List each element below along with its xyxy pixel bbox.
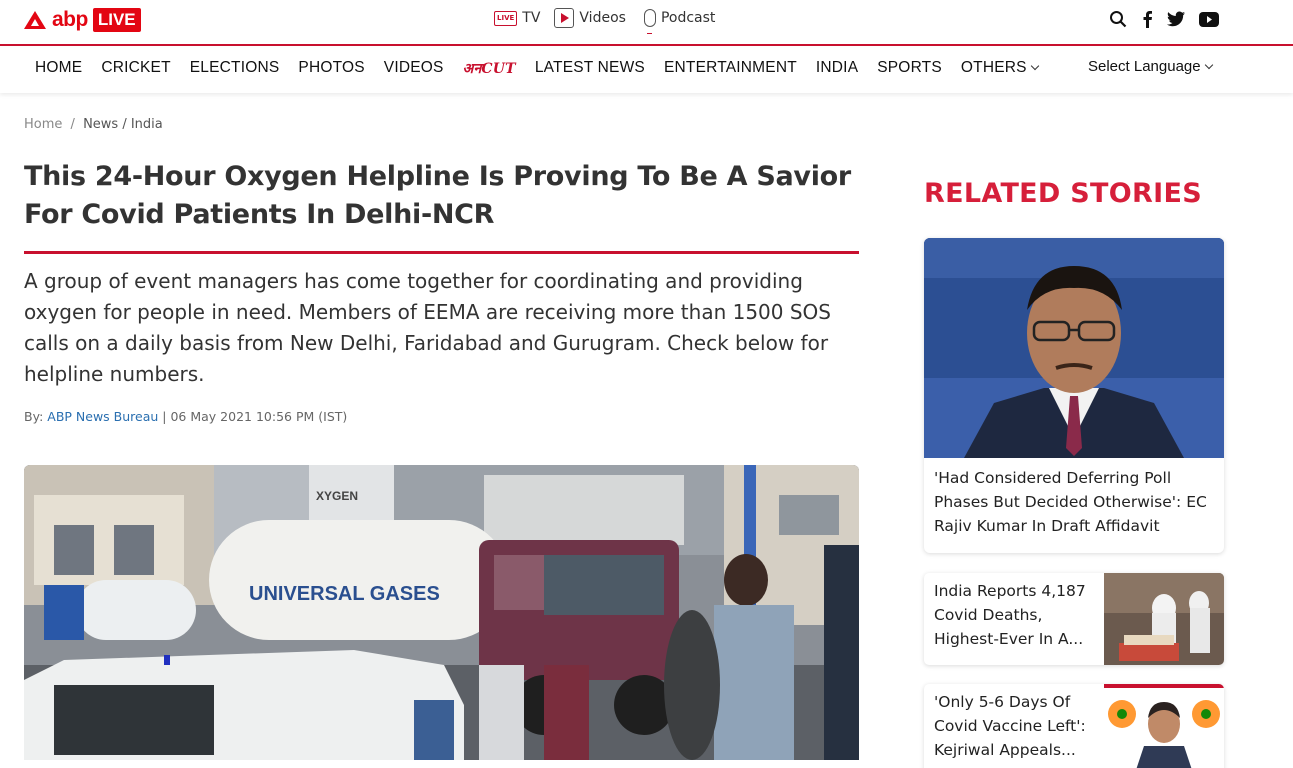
- logo-live-badge: LIVE: [92, 8, 141, 32]
- social-icons: [1109, 10, 1219, 28]
- nav-item-anncut-logo[interactable]: अनCUT: [463, 59, 516, 78]
- related-story-image: [1104, 684, 1224, 768]
- tv-link-label: TV: [522, 10, 541, 26]
- breadcrumb-separator: /: [70, 117, 75, 132]
- twitter-icon[interactable]: [1167, 11, 1185, 27]
- oxygen-tanker-photo: XYGEN UNIVERSAL GASES: [24, 465, 859, 760]
- select-language-dropdown[interactable]: Select Language: [1088, 58, 1213, 75]
- author-link[interactable]: ABP News Bureau: [47, 409, 158, 424]
- related-story-card[interactable]: India Reports 4,187 Covid Deaths, Highes…: [924, 573, 1224, 665]
- logo-abp-text: abp: [52, 8, 88, 31]
- related-story-title: 'Only 5-6 Days Of Covid Vaccine Left': K…: [934, 693, 1086, 759]
- podcast-link-label: Podcast: [660, 10, 716, 26]
- top-media-links: LIVE TV Videos Podcast: [494, 8, 716, 34]
- live-tv-icon: LIVE: [494, 10, 518, 26]
- chevron-down-icon: [1204, 60, 1213, 70]
- nav-item-sports[interactable]: SPORTS: [877, 59, 942, 78]
- publish-date: 06 May 2021 10:56 PM (IST): [170, 409, 348, 424]
- chevron-down-icon: [1030, 61, 1039, 71]
- main-nav: HOME CRICKET ELECTIONS PHOTOS VIDEOS अनC…: [0, 48, 1293, 93]
- article-hero-image: XYGEN UNIVERSAL GASES: [24, 465, 859, 760]
- nav-item-latest-news[interactable]: LATEST NEWS: [535, 59, 645, 78]
- nav-item-elections[interactable]: ELECTIONS: [190, 59, 280, 78]
- breadcrumb: Home / News / India: [24, 117, 163, 132]
- nav-others-label: OTHERS: [960, 59, 1027, 76]
- breadcrumb-home[interactable]: Home: [24, 117, 62, 132]
- nav-item-india[interactable]: INDIA: [816, 59, 858, 78]
- youtube-icon[interactable]: [1199, 11, 1219, 27]
- article-title: This 24-Hour Oxygen Helpline Is Proving …: [24, 161, 851, 230]
- related-story-title: 'Had Considered Deferring Poll Phases Bu…: [934, 469, 1207, 535]
- abp-live-logo[interactable]: abp LIVE: [24, 6, 141, 34]
- related-stories-heading: RELATED STORIES: [924, 178, 1202, 209]
- play-icon: [554, 8, 575, 28]
- nav-item-videos[interactable]: VIDEOS: [384, 59, 444, 78]
- title-divider: [24, 251, 859, 254]
- podcast-link[interactable]: Podcast: [640, 9, 716, 34]
- nav-items: HOME CRICKET ELECTIONS PHOTOS VIDEOS अनC…: [35, 59, 1039, 78]
- nav-item-cricket[interactable]: CRICKET: [101, 59, 170, 78]
- nav-item-others[interactable]: OTHERS: [960, 59, 1039, 78]
- nav-item-home[interactable]: HOME: [35, 59, 82, 78]
- hero-sign-text: XYGEN: [316, 489, 358, 503]
- related-story-title: India Reports 4,187 Covid Deaths, Highes…: [934, 582, 1086, 648]
- logo-triangle-icon: [24, 11, 46, 29]
- top-bar: abp LIVE LIVE TV Videos Podcast: [0, 0, 1293, 46]
- nav-item-entertainment[interactable]: ENTERTAINMENT: [664, 59, 797, 78]
- select-language-label: Select Language: [1088, 58, 1201, 75]
- byline-separator: |: [162, 409, 167, 424]
- videos-link[interactable]: Videos: [554, 8, 626, 28]
- facebook-icon[interactable]: [1141, 10, 1153, 28]
- search-icon[interactable]: [1109, 10, 1127, 28]
- hero-tanker-text: UNIVERSAL GASES: [249, 583, 440, 605]
- breadcrumb-current[interactable]: News / India: [83, 117, 163, 132]
- related-story-card[interactable]: 'Had Considered Deferring Poll Phases Bu…: [924, 238, 1224, 553]
- article-byline: By: ABP News Bureau | 06 May 2021 10:56 …: [24, 409, 347, 424]
- byline-label: By:: [24, 409, 44, 424]
- related-story-image: [1104, 573, 1224, 665]
- videos-link-label: Videos: [579, 10, 626, 26]
- article-summary: A group of event managers has come toget…: [24, 269, 831, 386]
- tv-link[interactable]: LIVE TV: [494, 10, 540, 26]
- microphone-icon: [643, 9, 656, 34]
- nav-item-photos[interactable]: PHOTOS: [298, 59, 364, 78]
- related-story-image: [924, 238, 1224, 458]
- related-story-card[interactable]: 'Only 5-6 Days Of Covid Vaccine Left': K…: [924, 684, 1224, 768]
